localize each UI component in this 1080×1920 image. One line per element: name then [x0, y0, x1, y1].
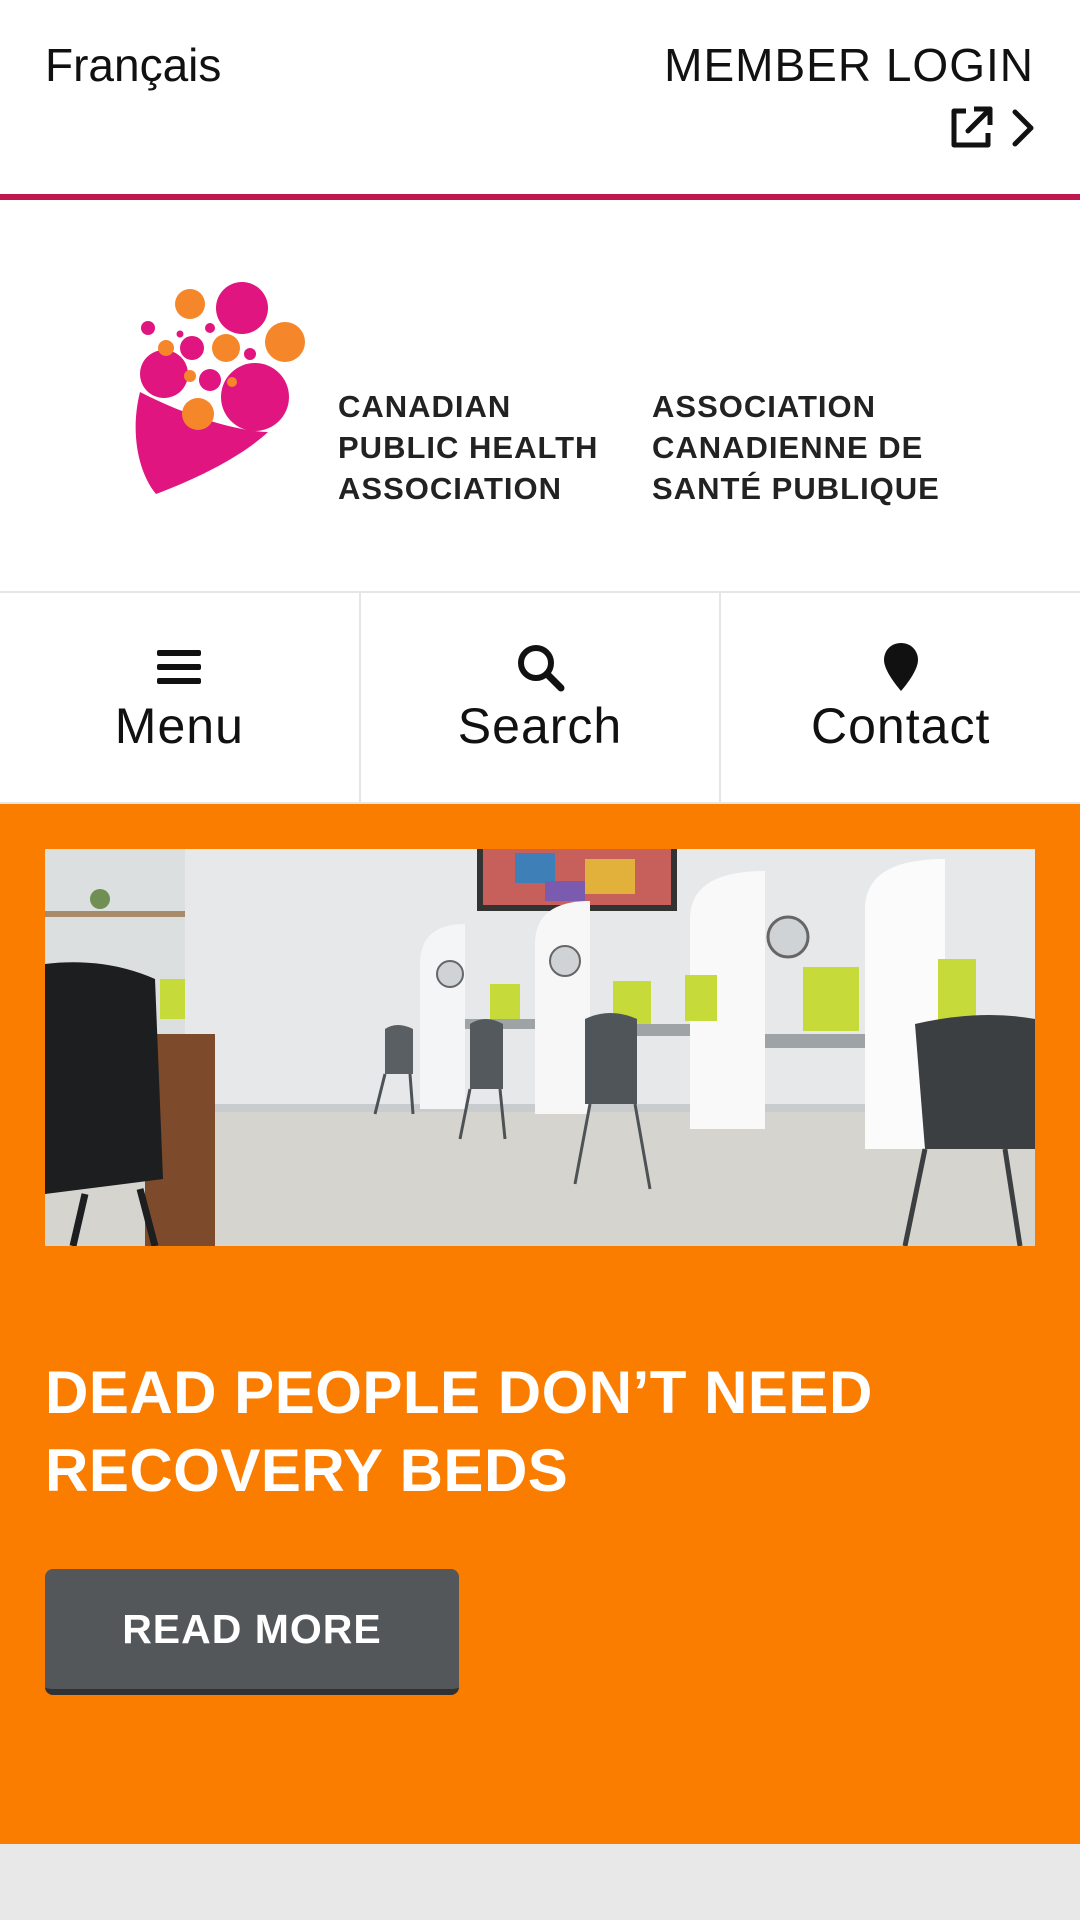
member-login-link[interactable]: MEMBER LOGIN [664, 38, 1034, 92]
logo-text-line: SANTÉ PUBLIQUE [652, 471, 940, 506]
site-logo-area[interactable]: CANADIAN PUBLIC HEALTH ASSOCIATION ASSOC… [0, 200, 1080, 592]
logo-text-line: ASSOCIATION [652, 389, 876, 424]
next-section-band [0, 1844, 1080, 1920]
hero-image [45, 849, 1035, 1246]
nav-contact-button[interactable]: Contact [721, 593, 1080, 802]
external-link-icon [951, 106, 993, 148]
logo-text-french: ASSOCIATION CANADIENNE DE SANTÉ PUBLIQUE [652, 386, 940, 509]
language-toggle-link[interactable]: Français [45, 38, 221, 92]
member-login-icons[interactable] [946, 103, 1036, 153]
logo-text-line: CANADIENNE DE [652, 430, 924, 465]
logo-text-line: ASSOCIATION [338, 471, 562, 506]
nav-menu-button[interactable]: Menu [0, 593, 361, 802]
hero-headline-line: DEAD PEOPLE DON’T NEED [45, 1359, 873, 1426]
map-pin-icon [882, 641, 920, 693]
search-icon [515, 641, 565, 693]
read-more-button[interactable]: READ MORE [45, 1569, 459, 1695]
cpha-logo-icon [135, 282, 305, 494]
top-bar: Français MEMBER LOGIN [0, 0, 1080, 200]
logo-text-line: CANADIAN [338, 389, 512, 424]
nav-contact-label: Contact [811, 697, 991, 754]
hero-banner: DEAD PEOPLE DON’T NEED RECOVERY BEDS REA… [0, 804, 1080, 1844]
nav-search-label: Search [457, 697, 623, 754]
logo-text-line: PUBLIC HEALTH [338, 430, 599, 465]
hero-headline-line: RECOVERY BEDS [45, 1437, 569, 1504]
chevron-right-icon [1012, 109, 1034, 147]
hamburger-menu-icon [157, 641, 202, 693]
logo-text-english: CANADIAN PUBLIC HEALTH ASSOCIATION [338, 386, 598, 509]
nav-menu-label: Menu [114, 697, 244, 754]
nav-search-button[interactable]: Search [361, 593, 722, 802]
primary-nav-row: Menu Search Contact [0, 591, 1080, 804]
hero-headline[interactable]: DEAD PEOPLE DON’T NEED RECOVERY BEDS [45, 1354, 1035, 1510]
